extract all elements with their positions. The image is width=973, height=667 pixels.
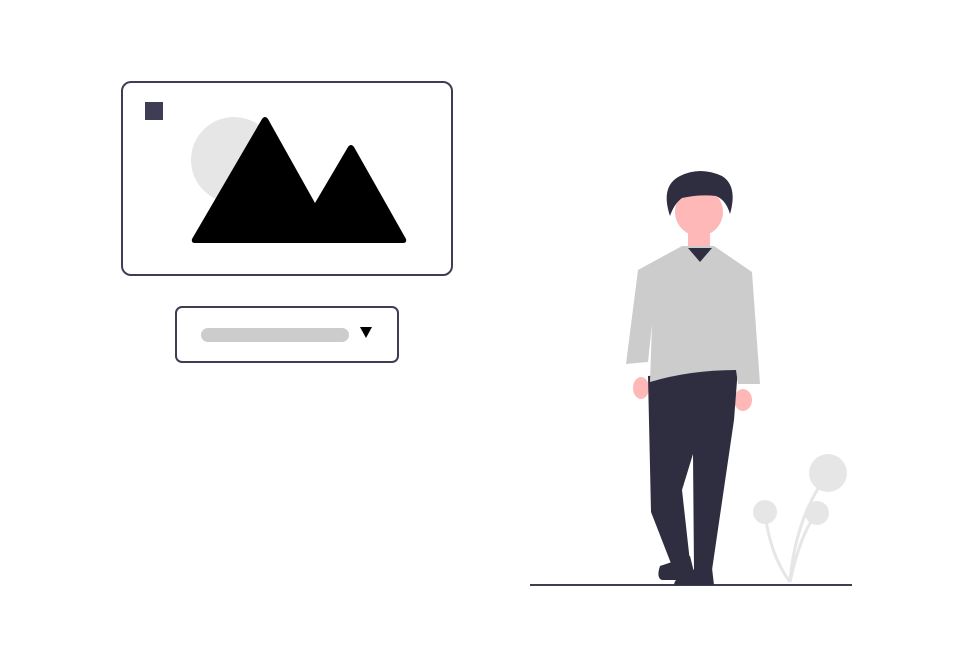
person-scene [530, 171, 852, 586]
right-hand [734, 389, 752, 411]
left-hand [633, 377, 649, 399]
sweater [626, 246, 760, 384]
person-figure [626, 171, 760, 585]
plant-decoration [753, 454, 847, 583]
pants [648, 368, 738, 570]
empty-state-illustration [0, 0, 973, 667]
